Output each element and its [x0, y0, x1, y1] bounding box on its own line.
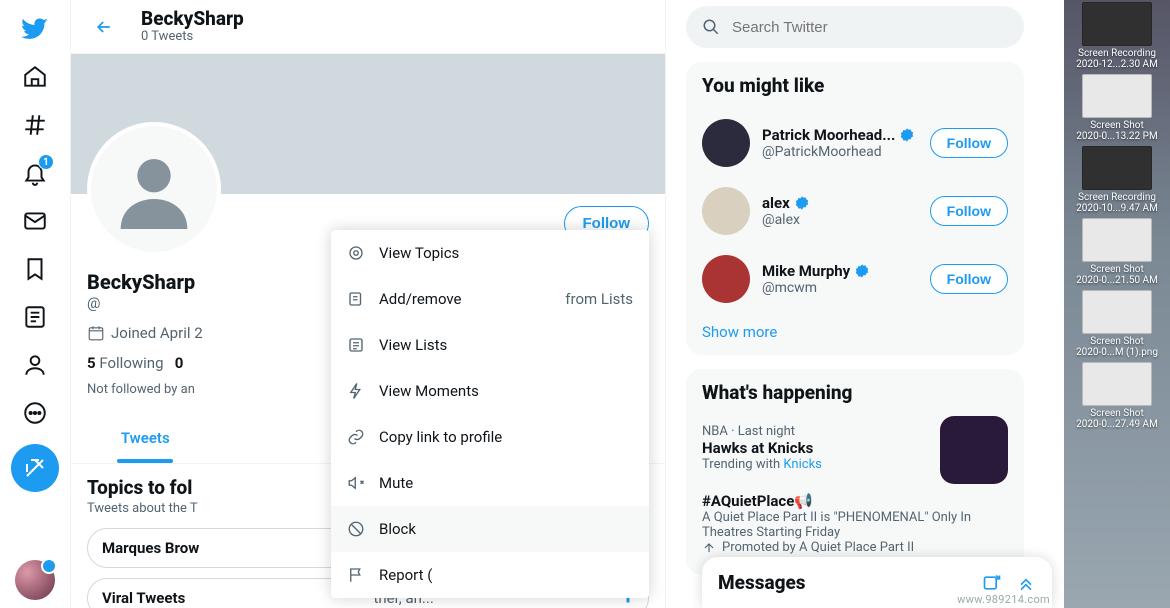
topic-label: Viral Tweets	[102, 589, 185, 607]
card-title: What's happening	[702, 381, 1008, 404]
trend-item[interactable]: #AQuietPlace📢 A Quiet Place Part II is "…	[702, 484, 1008, 563]
messages-title: Messages	[718, 571, 806, 594]
desktop-file[interactable]: Screen Shot2020-0...13.22 PM	[1068, 74, 1166, 142]
promoted-icon	[702, 541, 716, 555]
search-icon	[702, 18, 720, 36]
suggestion-row[interactable]: Mike Murphy @mcwm Follow	[702, 245, 1008, 313]
show-more-link[interactable]: Show more	[702, 313, 1008, 343]
trend-thumbnail	[940, 416, 1008, 484]
block-icon	[347, 520, 365, 538]
whats-happening-card: What's happening NBA · Last night Hawks …	[686, 369, 1024, 575]
card-title: You might like	[702, 74, 1008, 97]
mute-icon	[347, 474, 365, 492]
messages-icon[interactable]	[12, 198, 58, 244]
follow-button[interactable]: Follow	[930, 196, 1008, 226]
header-title: BeckySharp	[141, 9, 244, 30]
menu-add-remove-lists[interactable]: Add/remove from Lists	[331, 276, 649, 322]
link-icon	[347, 428, 365, 446]
avatar	[702, 119, 750, 167]
avatar	[702, 187, 750, 235]
back-button[interactable]	[87, 10, 121, 44]
menu-view-lists[interactable]: View Lists	[331, 322, 649, 368]
profile-icon[interactable]	[12, 342, 58, 388]
desktop-file[interactable]: Screen Shot2020-0...M (1).png	[1068, 290, 1166, 358]
desktop-file[interactable]: Screen Shot2020-0...21.50 AM	[1068, 218, 1166, 286]
left-nav: 1	[0, 0, 70, 608]
lists-icon[interactable]	[12, 294, 58, 340]
suggestion-row[interactable]: Patrick Moorhead... @PatrickMoorhead Fol…	[702, 109, 1008, 177]
verified-icon	[794, 195, 810, 211]
account-avatar[interactable]	[15, 560, 55, 600]
bookmarks-icon[interactable]	[12, 246, 58, 292]
profile-avatar[interactable]	[87, 122, 221, 256]
twitter-logo[interactable]	[12, 6, 58, 52]
trend-link[interactable]: Knicks	[783, 457, 821, 472]
notifications-icon[interactable]: 1	[12, 150, 58, 196]
more-icon[interactable]	[12, 390, 58, 436]
follow-button[interactable]: Follow	[930, 264, 1008, 294]
desktop-file[interactable]: Screen Shot2020-0...27.49 AM	[1068, 362, 1166, 430]
desktop-file[interactable]: Screen Recording2020-10...9.47 AM	[1068, 146, 1166, 214]
you-might-like-card: You might like Patrick Moorhead... @Patr…	[686, 62, 1024, 355]
search-bar[interactable]	[686, 6, 1024, 48]
watermark: www.989214.com	[957, 593, 1050, 606]
expand-icon[interactable]	[1016, 573, 1036, 593]
header-tweet-count: 0 Tweets	[141, 29, 244, 44]
menu-block[interactable]: Block	[331, 506, 649, 552]
menu-view-topics[interactable]: View Topics	[331, 230, 649, 276]
trend-item[interactable]: NBA · Last night Hawks at Knicks Trendin…	[702, 416, 928, 484]
follow-button[interactable]: Follow	[930, 128, 1008, 158]
new-message-icon[interactable]	[982, 573, 1002, 593]
desktop-file[interactable]: Screen Recording2020-12...2.30 AM	[1068, 2, 1166, 70]
topics-icon	[347, 244, 365, 262]
home-icon[interactable]	[12, 54, 58, 100]
verified-icon	[899, 127, 915, 143]
notification-badge: 1	[38, 154, 54, 170]
verified-icon	[854, 263, 870, 279]
report-icon	[347, 566, 365, 584]
right-column: You might like Patrick Moorhead... @Patr…	[666, 0, 1044, 608]
desktop-files: Screen Recording2020-12...2.30 AM Screen…	[1064, 0, 1170, 608]
lists-add-icon	[347, 290, 365, 308]
menu-report[interactable]: Report (	[331, 552, 649, 598]
menu-copy-link[interactable]: Copy link to profile	[331, 414, 649, 460]
search-input[interactable]	[732, 19, 1008, 36]
profile-header: BeckySharp 0 Tweets	[71, 0, 665, 54]
compose-tweet-button[interactable]	[11, 444, 59, 492]
suggestion-row[interactable]: alex @alex Follow	[702, 177, 1008, 245]
menu-view-moments[interactable]: View Moments	[331, 368, 649, 414]
lists-icon	[347, 336, 365, 354]
main-column: BeckySharp 0 Tweets Follow BeckySharp @ …	[70, 0, 666, 608]
avatar	[702, 255, 750, 303]
topic-label: Marques Brow	[102, 539, 199, 557]
menu-mute[interactable]: Mute	[331, 460, 649, 506]
megaphone-icon: 📢	[794, 492, 813, 510]
tab-tweets[interactable]: Tweets	[71, 413, 220, 463]
moments-icon	[347, 382, 365, 400]
calendar-icon	[87, 324, 105, 342]
profile-more-menu: View Topics Add/remove from Lists View L…	[331, 230, 649, 598]
explore-icon[interactable]	[12, 102, 58, 148]
